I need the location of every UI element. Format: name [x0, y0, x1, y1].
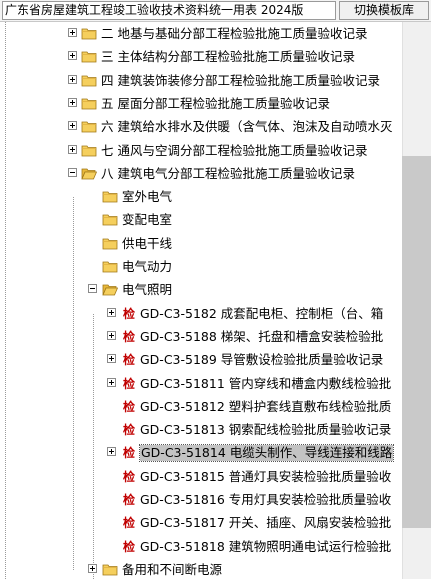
tree-item-label: GD-C3-51814 电缆头制作、导线连接和线路 [138, 444, 395, 462]
scrollbar-thumb[interactable] [402, 156, 431, 528]
open-folder-icon [81, 167, 98, 180]
expand-icon[interactable] [68, 51, 77, 60]
switch-template-library-button[interactable]: 切换模板库 [339, 1, 429, 20]
tree-subsection-item[interactable]: 变配电室 [0, 208, 402, 232]
expand-icon[interactable] [107, 354, 116, 363]
tree-item-label: GD-C3-51818 建筑物照明通电试运行检验批 [140, 539, 392, 554]
tree-item-label: 八 建筑电气分部工程检验批施工质量验收记录 [101, 166, 355, 181]
tree-item-label: 电气动力 [122, 259, 173, 274]
expand-icon[interactable] [68, 98, 77, 107]
tree-item-label: GD-C3-51817 开关、插座、风扇安装检验批 [140, 515, 392, 530]
tree-item-label: GD-C3-51812 塑料护套线直敷布线检验批质 [140, 399, 392, 414]
template-tree[interactable]: 二 地基与基础分部工程检验批施工质量验收记录三 主体结构分部工程检验批施工质量验… [0, 22, 402, 579]
tree-item-label: 备用和不间断电源 [122, 562, 223, 577]
tree-form-item[interactable]: 检 GD-C3-51818 建筑物照明通电试运行检验批 [0, 535, 402, 559]
folder-icon [81, 27, 97, 40]
tree-item-label: 六 建筑给水排水及供暖（含气体、泡沫及自动喷水灭 [101, 119, 393, 134]
tree-form-item[interactable]: 检 GD-C3-5188 梯架、托盘和槽盒安装检验批 [0, 325, 402, 349]
tree-subsection-item[interactable]: 电气照明 [0, 278, 402, 302]
folder-icon [102, 190, 118, 203]
form-type-badge: 检 [123, 516, 136, 530]
form-type-badge: 检 [123, 423, 136, 437]
tree-item-label: 变配电室 [122, 212, 173, 227]
expand-icon[interactable] [68, 75, 77, 84]
tree-section-item[interactable]: 五 屋面分部工程检验批施工质量验收记录 [0, 92, 402, 116]
tree-item-label: 二 地基与基础分部工程检验批施工质量验收记录 [101, 26, 368, 41]
collapse-icon[interactable] [88, 284, 97, 293]
tree-form-item[interactable]: 检 GD-C3-51816 专用灯具安装检验批质量验收 [0, 488, 402, 512]
tree-form-item[interactable]: 检 GD-C3-51813 钢索配线检验批质量验收记录 [0, 418, 402, 442]
tree-section-item[interactable]: 六 建筑给水排水及供暖（含气体、泡沫及自动喷水灭 [0, 115, 402, 139]
folder-icon [81, 120, 97, 133]
tree-form-item[interactable]: 检 GD-C3-51814 电缆头制作、导线连接和线路 [0, 441, 402, 465]
tree-item-label: GD-C3-51813 钢索配线检验批质量验收记录 [140, 422, 392, 437]
form-type-badge: 检 [123, 540, 136, 554]
form-type-badge: 检 [123, 400, 136, 414]
tree-subsection-item[interactable]: 供电干线 [0, 232, 402, 256]
tree-section-item[interactable]: 七 通风与空调分部工程检验批施工质量验收记录 [0, 139, 402, 163]
tree-form-item[interactable]: 检 GD-C3-51811 管内穿线和槽盒内敷线检验批 [0, 372, 402, 396]
form-type-badge: 检 [123, 493, 136, 507]
tree-item-label: GD-C3-5188 梯架、托盘和槽盒安装检验批 [140, 329, 384, 344]
tree-section-item[interactable]: 八 建筑电气分部工程检验批施工质量验收记录 [0, 162, 402, 186]
folder-icon [81, 97, 97, 110]
tree-subsection-item[interactable]: 室外电气 [0, 185, 402, 209]
tree-form-item[interactable]: 检 GD-C3-5189 导管敷设检验批质量验收记录 [0, 348, 402, 372]
tree-item-label: 室外电气 [122, 189, 173, 204]
form-type-badge: 检 [123, 470, 136, 484]
tree-section-item[interactable]: 三 主体结构分部工程检验批施工质量验收记录 [0, 45, 402, 69]
collapse-icon[interactable] [68, 168, 77, 177]
tree-subsection-item[interactable]: 电气动力 [0, 255, 402, 279]
folder-icon [102, 237, 118, 250]
title-bar: 广东省房屋建筑工程竣工验收技术资料统一用表 2024版 切换模板库 [0, 0, 431, 22]
template-library-title: 广东省房屋建筑工程竣工验收技术资料统一用表 2024版 [2, 1, 336, 20]
folder-icon [102, 563, 118, 576]
expand-icon[interactable] [68, 121, 77, 130]
tree-item-label: GD-C3-51815 普通灯具安装检验批质量验收 [140, 469, 392, 484]
folder-icon [102, 260, 118, 273]
folder-icon [81, 50, 97, 63]
tree-item-label: 五 屋面分部工程检验批施工质量验收记录 [101, 96, 330, 111]
folder-icon [81, 144, 97, 157]
tree-form-item[interactable]: 检 GD-C3-51812 塑料护套线直敷布线检验批质 [0, 395, 402, 419]
expand-icon[interactable] [107, 447, 116, 456]
expand-icon[interactable] [68, 28, 77, 37]
tree-item-label: 供电干线 [122, 236, 173, 251]
tree-item-label: 三 主体结构分部工程检验批施工质量验收记录 [101, 49, 355, 64]
tree-section-item[interactable]: 二 地基与基础分部工程检验批施工质量验收记录 [0, 22, 402, 46]
open-folder-icon [102, 283, 119, 296]
tree-section-item[interactable]: 四 建筑装饰装修分部工程检验批施工质量验收记录 [0, 69, 402, 93]
tree-form-item[interactable]: 检 GD-C3-5182 成套配电柜、控制柜（台、箱 [0, 302, 402, 326]
expand-icon[interactable] [107, 331, 116, 340]
folder-icon [102, 213, 118, 226]
tree-form-item[interactable]: 检 GD-C3-51815 普通灯具安装检验批质量验收 [0, 465, 402, 489]
form-type-badge: 检 [123, 377, 136, 391]
expand-icon[interactable] [68, 145, 77, 154]
tree-item-label: 电气照明 [122, 282, 173, 297]
form-type-badge: 检 [123, 307, 136, 321]
folder-icon [81, 74, 97, 87]
tree-form-item[interactable]: 检 GD-C3-51817 开关、插座、风扇安装检验批 [0, 511, 402, 535]
tree-subsection-item[interactable]: 备用和不间断电源 [0, 558, 402, 579]
tree-item-label: GD-C3-5182 成套配电柜、控制柜（台、箱 [140, 306, 384, 321]
tree-item-label: GD-C3-5189 导管敷设检验批质量验收记录 [140, 352, 384, 367]
tree-item-label: 七 通风与空调分部工程检验批施工质量验收记录 [101, 143, 368, 158]
expand-icon[interactable] [107, 308, 116, 317]
tree-item-label: GD-C3-51816 专用灯具安装检验批质量验收 [140, 492, 392, 507]
tree-item-label: GD-C3-51811 管内穿线和槽盒内敷线检验批 [140, 376, 392, 391]
tree-item-label: 四 建筑装饰装修分部工程检验批施工质量验收记录 [101, 73, 380, 88]
form-type-badge: 检 [123, 330, 136, 344]
expand-icon[interactable] [88, 564, 97, 573]
form-type-badge: 检 [123, 353, 136, 367]
form-type-badge: 检 [123, 446, 136, 460]
expand-icon[interactable] [107, 378, 116, 387]
